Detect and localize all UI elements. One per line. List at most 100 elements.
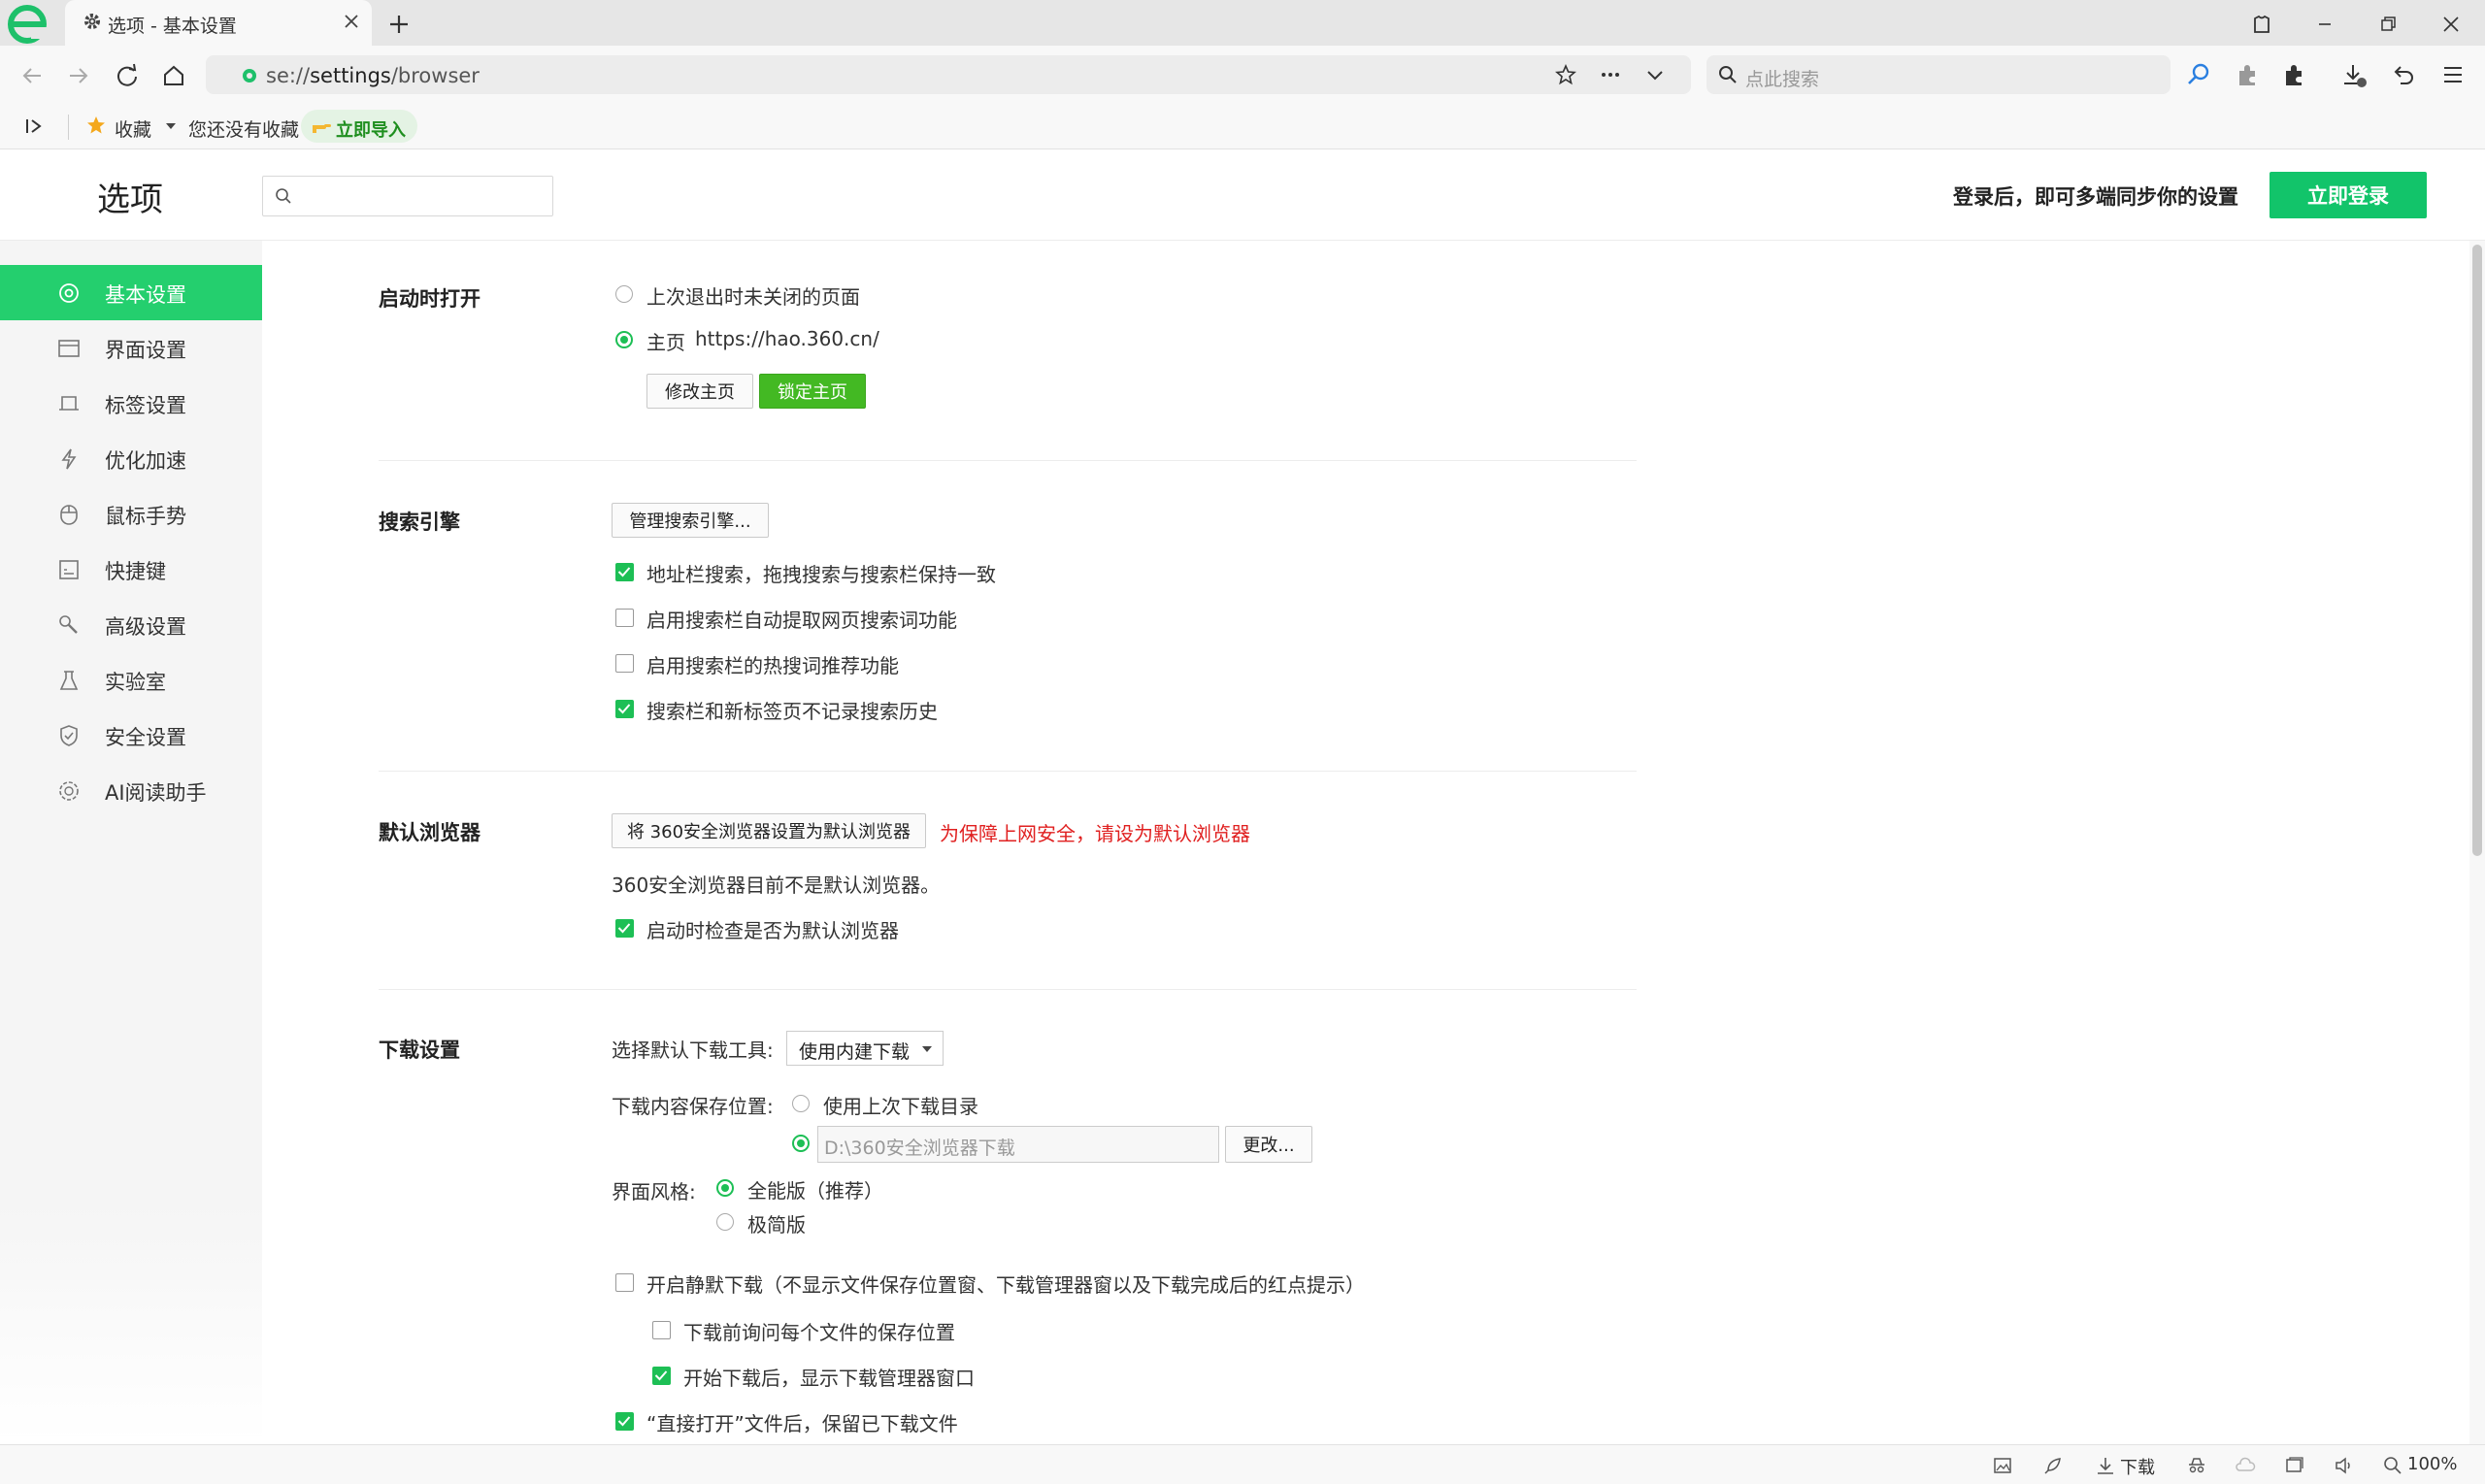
minimize-button[interactable] [2310, 10, 2339, 39]
sidebar-item-interface[interactable]: 界面设置 [0, 320, 262, 376]
sidebar-item-advanced[interactable]: 高级设置 [0, 597, 262, 652]
ask-location-option[interactable]: 下载前询问每个文件的保存位置 [652, 1317, 1138, 1346]
undo-icon[interactable] [2392, 62, 2417, 87]
skin-icon[interactable] [2247, 10, 2276, 39]
image-icon[interactable] [1992, 1455, 2013, 1476]
section-title-default-browser: 默认浏览器 [379, 821, 480, 844]
checkbox[interactable] [652, 1367, 671, 1385]
radio-restore[interactable] [615, 285, 633, 303]
incognito-icon[interactable] [2186, 1455, 2207, 1476]
radio-custom-path[interactable] [792, 1135, 810, 1152]
style-full-option[interactable]: 全能版（推荐） [716, 1175, 911, 1204]
download-path-input[interactable]: D:\360安全浏览器下载 [817, 1126, 1219, 1163]
chevron-down-icon[interactable] [1644, 64, 1666, 85]
search-icon [275, 187, 292, 205]
star-icon[interactable] [1555, 64, 1576, 85]
import-bookmarks-button[interactable]: 立即导入 [301, 110, 417, 143]
radio-style-full[interactable] [716, 1179, 734, 1197]
radio-home[interactable] [615, 331, 633, 348]
download-icon[interactable] [2095, 1455, 2116, 1476]
checkbox[interactable] [615, 1273, 634, 1292]
close-icon[interactable] [343, 13, 360, 30]
menu-icon[interactable] [2440, 62, 2466, 87]
download-status-label[interactable]: 下载 [2120, 1454, 2155, 1479]
reload-button[interactable] [111, 59, 144, 92]
radio-use-last[interactable] [792, 1095, 810, 1112]
keep-file-option[interactable]: “直接打开”文件后，保留已下载文件 [615, 1408, 1101, 1437]
tab-title: 选项 - 基本设置 [108, 16, 237, 37]
window-icon[interactable] [2283, 1455, 2304, 1476]
sidebar-item-lab[interactable]: 实验室 [0, 652, 262, 708]
speaker-icon[interactable] [2334, 1455, 2355, 1476]
sidebar-item-mouse[interactable]: 鼠标手势 [0, 486, 262, 542]
show-manager-option[interactable]: 开始下载后，显示下载管理器窗口 [652, 1363, 1138, 1392]
search-option-extract[interactable]: 启用搜索栏自动提取网页搜索词功能 [615, 605, 1101, 634]
download-icon[interactable] [2341, 62, 2369, 89]
new-tab-button[interactable] [384, 10, 414, 39]
style-simple-option[interactable]: 极简版 [716, 1209, 911, 1238]
sidebar-item-ai-reader[interactable]: AI阅读助手 [0, 763, 262, 818]
zoom-icon[interactable] [2382, 1455, 2403, 1476]
lock-homepage-button[interactable]: 锁定主页 [759, 374, 866, 409]
settings-search-input[interactable] [262, 176, 553, 216]
startup-home-option[interactable]: 主页 https://hao.360.cn/ [615, 327, 1004, 356]
radio-style-simple[interactable] [716, 1213, 734, 1231]
download-tool-select[interactable]: 使用内建下载 [786, 1031, 944, 1066]
download-tool-value: 使用内建下载 [799, 1041, 911, 1063]
search-go-icon[interactable] [2186, 62, 2211, 87]
favorites-label[interactable]: 收藏 [115, 115, 151, 142]
tab-settings[interactable]: 选项 - 基本设置 [65, 0, 372, 46]
caret-down-icon[interactable] [165, 121, 177, 131]
checkbox[interactable] [615, 609, 634, 627]
scrollbar[interactable] [2469, 241, 2485, 1444]
search-option-hot-words[interactable]: 启用搜索栏的热搜词推荐功能 [615, 650, 1101, 679]
close-window-button[interactable] [2436, 10, 2466, 39]
check-default-option[interactable]: 启动时检查是否为默认浏览器 [615, 915, 1004, 944]
manage-search-engines-button[interactable]: 管理搜索引擎... [612, 503, 769, 538]
checkbox[interactable] [615, 563, 634, 581]
puzzle-icon[interactable] [2281, 62, 2306, 87]
sidebar-item-optimize[interactable]: 优化加速 [0, 431, 262, 486]
sidebar-item-basic[interactable]: 基本设置 [0, 265, 262, 320]
sync-prompt: 登录后，即可多端同步你的设置 [1953, 185, 2238, 209]
login-button[interactable]: 立即登录 [2270, 172, 2427, 218]
checkbox[interactable] [615, 654, 634, 673]
rocket-icon[interactable] [2042, 1455, 2064, 1476]
zoom-level[interactable]: 100% [2407, 1454, 2457, 1474]
use-last-directory-option[interactable]: 使用上次下载目录 [792, 1091, 1083, 1120]
custom-directory-option[interactable] [792, 1131, 815, 1160]
search-option-no-history[interactable]: 搜索栏和新标签页不记录搜索历史 [615, 696, 1101, 725]
status-bar: 下载 100% [0, 1444, 2485, 1484]
tab-strip: 选项 - 基本设置 [0, 0, 2485, 46]
option-label: 主页 [646, 331, 685, 354]
sidebar-toggle-icon[interactable] [23, 115, 45, 137]
sidebar-item-shortcuts[interactable]: 快捷键 [0, 542, 262, 597]
search-option-sync[interactable]: 地址栏搜索，拖拽搜索与搜索栏保持一致 [615, 559, 1101, 588]
checkbox[interactable] [652, 1321, 671, 1339]
checkbox[interactable] [615, 700, 634, 718]
sidebar-item-tabs[interactable]: 标签设置 [0, 376, 262, 431]
startup-restore-option[interactable]: 上次退出时未关闭的页面 [615, 281, 1004, 311]
home-button[interactable] [157, 59, 190, 92]
import-label: 立即导入 [336, 120, 406, 141]
sidebar-item-security[interactable]: 安全设置 [0, 708, 262, 763]
forward-button[interactable] [62, 59, 95, 92]
web-search-box[interactable]: 点此搜索 [1706, 55, 2170, 94]
address-bar[interactable]: se://settings/browser [206, 55, 1691, 94]
checkbox[interactable] [615, 919, 634, 938]
checkbox[interactable] [615, 1412, 634, 1431]
sidebar-item-label: 快捷键 [105, 560, 166, 583]
more-icon[interactable] [1600, 64, 1621, 85]
restore-button[interactable] [2373, 10, 2402, 39]
browser-logo-icon[interactable] [6, 3, 52, 46]
scrollbar-thumb[interactable] [2472, 245, 2482, 856]
set-default-browser-button[interactable]: 将 360安全浏览器设置为默认浏览器 [612, 813, 926, 848]
modify-homepage-button[interactable]: 修改主页 [646, 374, 753, 409]
extension-icon[interactable] [2235, 62, 2260, 87]
change-path-button[interactable]: 更改... [1225, 1126, 1312, 1163]
bookmarks-bar: 收藏 您还没有收藏 立即导入 [0, 105, 2485, 149]
cloud-icon[interactable] [2235, 1455, 2256, 1476]
back-button[interactable] [16, 59, 49, 92]
silent-download-option[interactable]: 开启静默下载（不显示文件保存位置窗、下载管理器窗以及下载完成后的红点提示） [615, 1270, 1392, 1299]
target-icon [56, 280, 82, 306]
